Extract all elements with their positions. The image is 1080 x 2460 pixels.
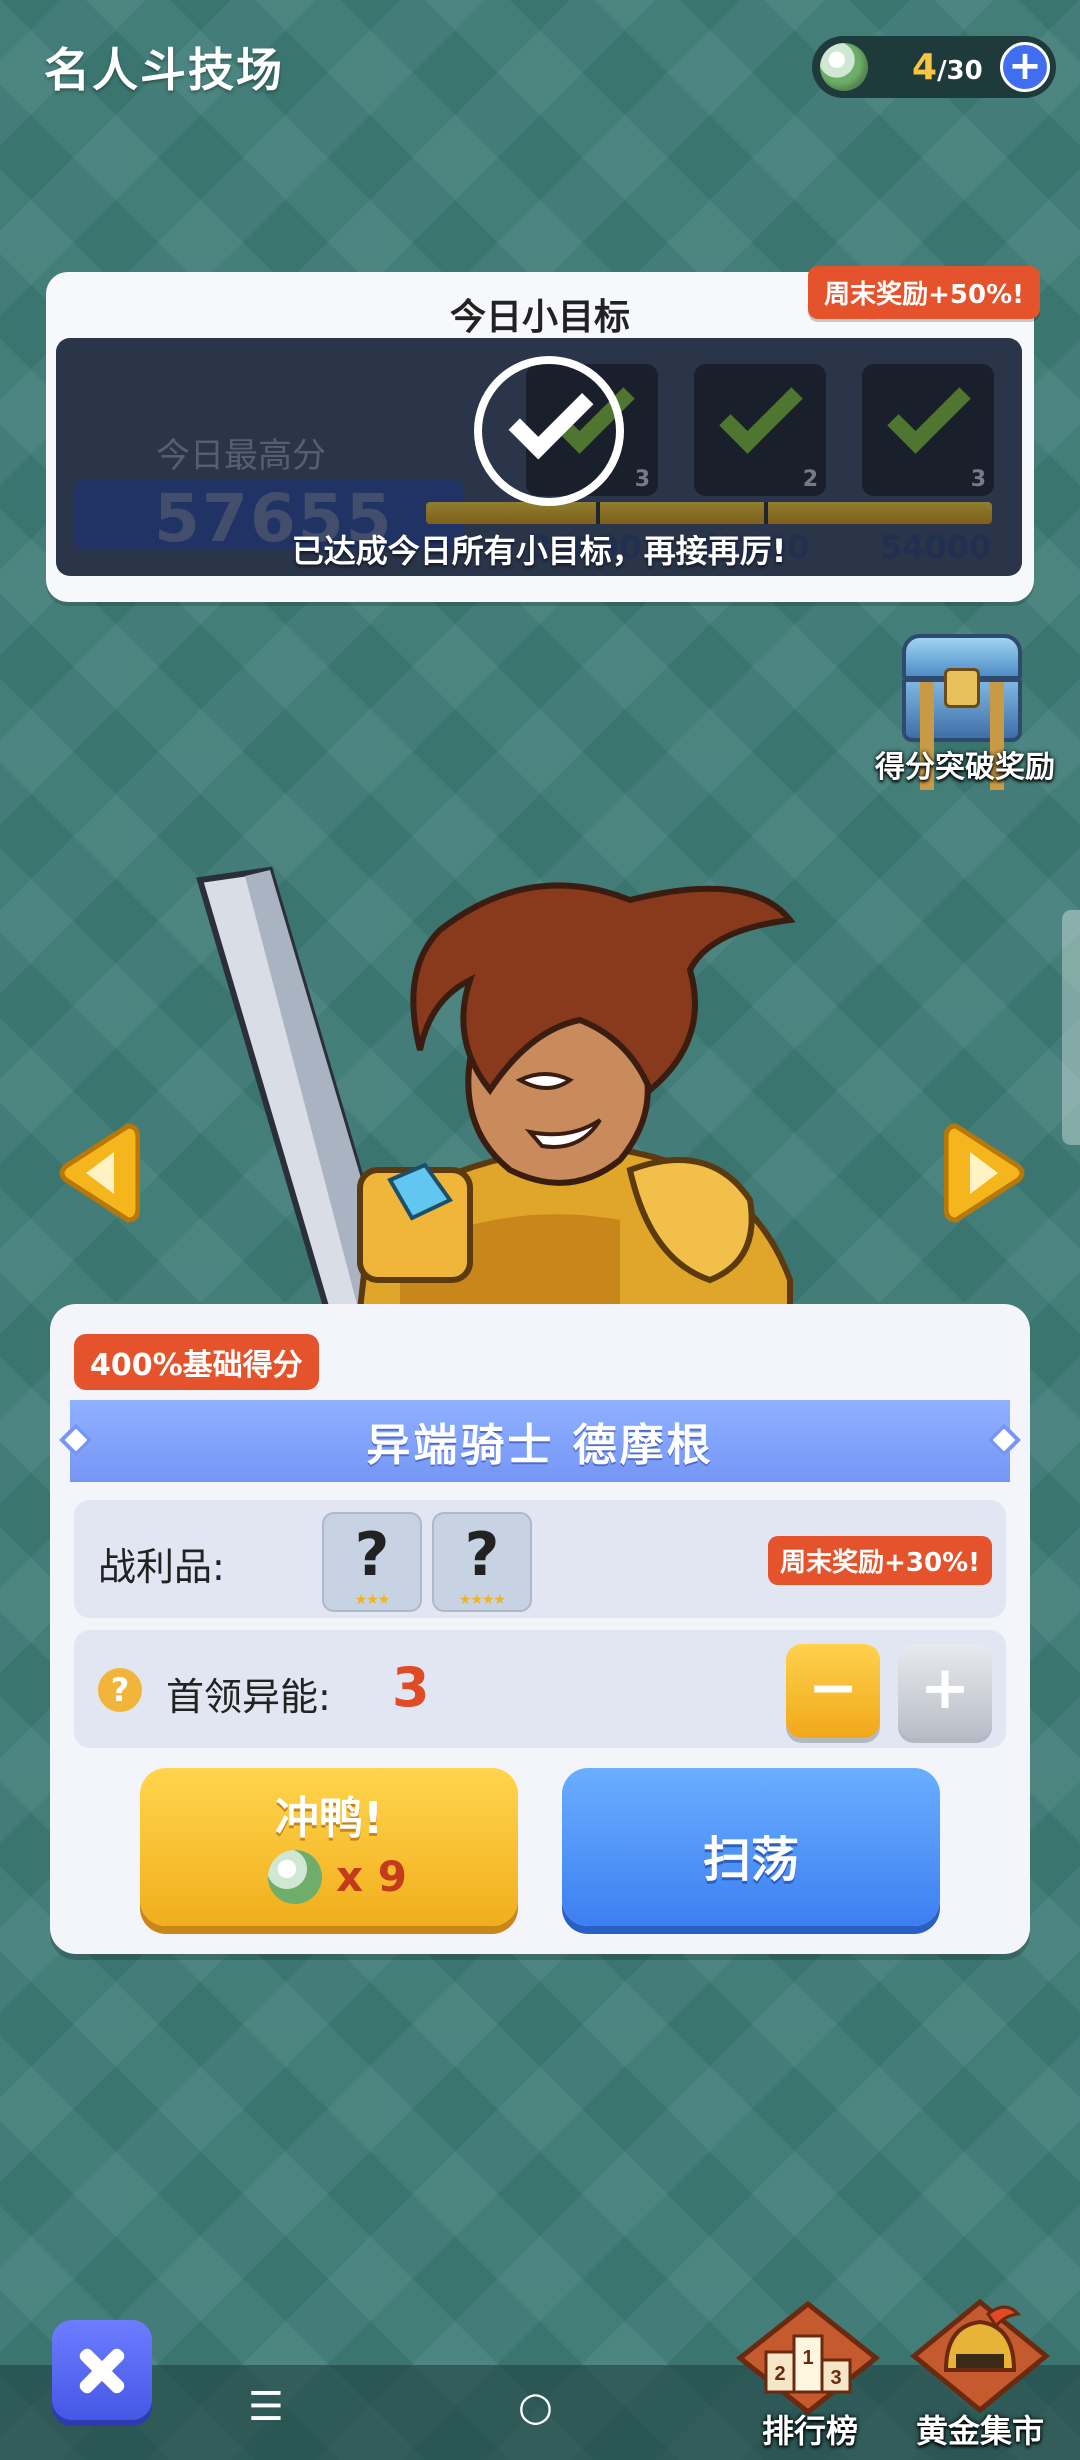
next-hero-arrow[interactable] bbox=[943, 1118, 1030, 1228]
completed-check-icon bbox=[474, 356, 624, 506]
base-score-badge: 400%基础得分 bbox=[74, 1334, 319, 1390]
loot-stars: ★★★★ bbox=[458, 1592, 506, 1608]
minus-icon: − bbox=[807, 1653, 859, 1723]
energy-ball-icon bbox=[820, 43, 868, 91]
page-title: 名人斗技场 bbox=[44, 43, 284, 97]
hero-name-ribbon: 异端骑士 德摩根 bbox=[59, 1400, 1021, 1482]
treasure-chest-icon[interactable] bbox=[896, 634, 1028, 790]
daily-goal-card: 今日小目标 周末奖励+50%! 今日最高分 57655 3 2 3 36000 … bbox=[46, 266, 1040, 602]
decrease-button[interactable]: − bbox=[786, 1644, 880, 1738]
sweep-button[interactable]: 扫荡 bbox=[562, 1768, 940, 1926]
charge-button[interactable]: 冲鸭! x 9 bbox=[140, 1768, 518, 1926]
loot-row: 战利品: ? ★★★ ? ★★★★ 周末奖励+30%! bbox=[74, 1500, 1006, 1618]
completed-text: 已达成今日所有小目标，再接再厉! bbox=[291, 532, 787, 570]
hero-name: 异端骑士 德摩根 bbox=[366, 1420, 714, 1471]
boss-ability-label: 首领异能: bbox=[166, 1675, 331, 1719]
score-reward-label[interactable]: 得分突破奖励 bbox=[860, 742, 1070, 786]
sweep-label: 扫荡 bbox=[702, 1832, 799, 1888]
close-button[interactable] bbox=[52, 2320, 152, 2420]
loot-item[interactable]: ? ★★★ bbox=[322, 1512, 422, 1612]
energy-text: 4/30 bbox=[912, 47, 983, 88]
menu-icon[interactable]: ☰ bbox=[248, 2384, 284, 2430]
mystery-armor-icon: ? bbox=[464, 1520, 500, 1590]
energy-counter: 4/30 + bbox=[812, 36, 1056, 98]
svg-text:2: 2 bbox=[774, 2363, 785, 2385]
hero-card: 400%基础得分 异端骑士 德摩根 战利品: ? ★★★ ? ★★★★ 周末奖励… bbox=[50, 1304, 1030, 1954]
home-icon[interactable]: ○ bbox=[518, 2384, 553, 2430]
energy-ball-icon bbox=[268, 1850, 322, 1904]
side-drawer-handle[interactable] bbox=[1062, 910, 1080, 1145]
loot-weekend-badge: 周末奖励+30%! bbox=[768, 1536, 992, 1585]
gold-market-label[interactable]: 黄金集市 bbox=[900, 2406, 1060, 2452]
leaderboard-label[interactable]: 排行榜 bbox=[740, 2406, 880, 2452]
mystery-armor-icon: ? bbox=[354, 1520, 390, 1590]
help-icon[interactable]: ? bbox=[98, 1668, 142, 1712]
svg-text:1: 1 bbox=[802, 2347, 813, 2369]
charge-cost: x 9 bbox=[336, 1852, 407, 1901]
boss-ability-value: 3 bbox=[392, 1656, 430, 1719]
energy-current: 4 bbox=[912, 46, 938, 88]
prev-hero-arrow[interactable] bbox=[54, 1118, 141, 1228]
plus-icon: + bbox=[919, 1653, 971, 1723]
svg-text:3: 3 bbox=[830, 2367, 841, 2389]
add-energy-button[interactable]: + bbox=[1000, 42, 1050, 92]
leaderboard-podium-icon[interactable]: 2 1 3 bbox=[735, 2300, 881, 2416]
energy-max: /30 bbox=[937, 55, 983, 86]
plus-icon: + bbox=[1008, 43, 1042, 89]
daily-goal-panel: 今日最高分 57655 3 2 3 36000 45000 54000 已达成今… bbox=[56, 338, 1022, 576]
charge-label: 冲鸭! bbox=[274, 1793, 384, 1844]
loot-stars: ★★★ bbox=[354, 1592, 391, 1608]
boss-ability-row: ? 首领异能: 3 − + bbox=[74, 1630, 1006, 1748]
weekend-bonus-badge: 周末奖励+50%! bbox=[808, 266, 1040, 319]
increase-button[interactable]: + bbox=[898, 1644, 992, 1738]
gold-market-helmet-icon[interactable] bbox=[910, 2296, 1050, 2416]
loot-item[interactable]: ? ★★★★ bbox=[432, 1512, 532, 1612]
loot-label: 战利品: bbox=[98, 1545, 225, 1589]
